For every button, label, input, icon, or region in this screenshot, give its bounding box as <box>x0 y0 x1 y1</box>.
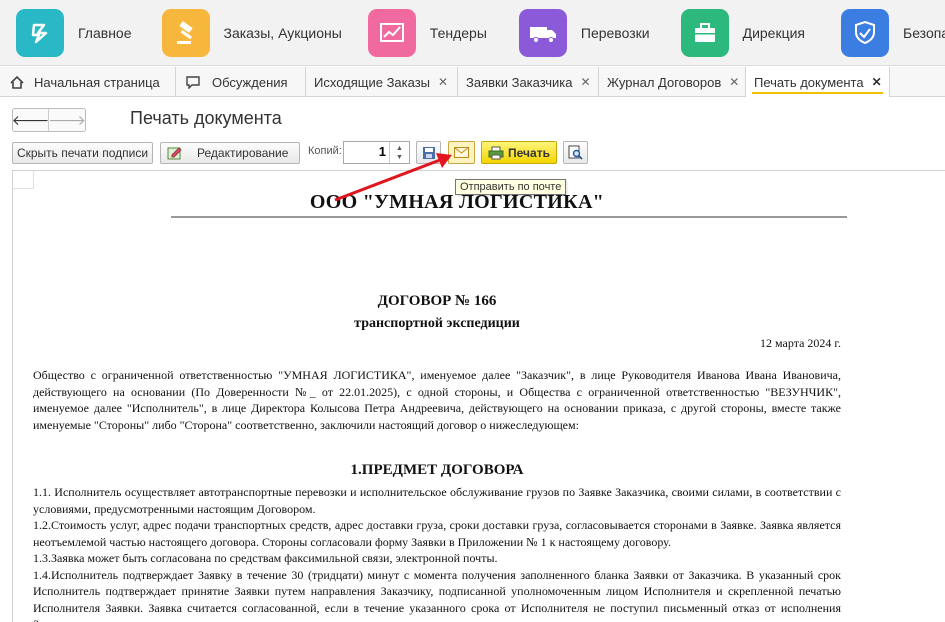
section-tenders[interactable]: Тендеры <box>342 0 487 65</box>
briefcase-icon <box>680 8 729 57</box>
tab-discussions[interactable]: Обсуждения <box>176 67 306 97</box>
hide-signatures-button[interactable]: Скрыть печати подписи <box>12 142 153 164</box>
history-nav: 🡐 🡒 <box>12 108 86 132</box>
edit-icon <box>167 147 182 160</box>
envelope-icon <box>454 147 469 158</box>
edit-button[interactable]: Редактирование <box>160 142 300 164</box>
clauses-list: 1.1. Исполнитель осуществляет автотрансп… <box>33 484 841 622</box>
section-label: Безопасность <box>903 24 945 41</box>
tab-print-document[interactable]: Печать документа ✕ <box>746 67 890 97</box>
stripe-logo-icon <box>16 8 64 57</box>
arrow-left-icon: 🡐 <box>11 111 50 128</box>
contract-subtitle: транспортной экспедиции <box>354 316 520 331</box>
print-button[interactable]: Печать <box>481 141 557 164</box>
page-title: Печать документа <box>130 108 282 128</box>
section-label: Заказы, Аукционы <box>223 24 342 41</box>
chat-icon <box>186 75 200 89</box>
section-orders[interactable]: Заказы, Аукционы <box>132 0 342 65</box>
tab-label: Исходящие Заказы <box>314 74 431 90</box>
tab-bar: Начальная страница Обсуждения Исходящие … <box>0 67 945 97</box>
edit-label: Редактирование <box>197 146 289 160</box>
clause: 1.2.Стоимость услуг, адрес подачи трансп… <box>33 518 841 549</box>
copies-stepper[interactable]: 1 ▲ ▼ <box>343 141 410 164</box>
save-button[interactable] <box>416 141 441 164</box>
copies-value: 1 <box>378 144 386 159</box>
tab-label: Журнал Договоров <box>607 74 722 90</box>
shield-check-icon <box>841 8 890 57</box>
email-tooltip: Отправить по почте <box>455 179 567 195</box>
copies-label: Копий: <box>308 145 342 157</box>
tab-customer-requests[interactable]: Заявки Заказчика ✕ <box>458 67 599 97</box>
sheet-corner <box>13 171 34 189</box>
print-label: Печать <box>508 145 550 160</box>
printer-icon <box>488 146 504 159</box>
section-label: Главное <box>78 24 132 41</box>
section-transport[interactable]: Перевозки <box>487 0 650 65</box>
section-label: Перевозки <box>580 24 650 41</box>
tab-label: Заявки Заказчика <box>466 74 573 90</box>
truck-icon <box>518 8 567 57</box>
preview-button[interactable] <box>563 141 588 164</box>
close-icon[interactable]: ✕ <box>438 75 448 89</box>
sections-bar: Главное Заказы, Аукционы Тендеры Перевоз… <box>0 0 945 66</box>
back-button[interactable]: 🡐 <box>11 109 50 131</box>
tab-contracts-journal[interactable]: Журнал Договоров ✕ <box>599 67 746 97</box>
section-label: Дирекция <box>742 24 806 41</box>
tab-outgoing-orders[interactable]: Исходящие Заказы ✕ <box>306 67 458 97</box>
arrow-right-icon: 🡒 <box>48 111 86 128</box>
header-rule <box>171 216 847 218</box>
chart-line-icon <box>367 8 416 57</box>
gavel-icon <box>161 8 210 57</box>
stepper-arrows-icon[interactable]: ▲ ▼ <box>389 142 409 163</box>
tab-label: Печать документа <box>754 74 864 90</box>
document-preview[interactable]: ООО "УМНАЯ ЛОГИСТИКА" ДОГОВОР № 166 тран… <box>12 170 945 622</box>
section-label: Тендеры <box>429 24 487 41</box>
close-icon[interactable]: ✕ <box>872 75 882 89</box>
tab-label: Обсуждения <box>212 74 288 90</box>
close-icon[interactable]: ✕ <box>729 75 739 89</box>
section-title: 1.ПРЕДМЕТ ДОГОВОРА <box>350 462 524 478</box>
section-direction[interactable]: Дирекция <box>650 0 806 65</box>
tab-label: Начальная страница <box>34 74 160 90</box>
clause: 1.1. Исполнитель осуществляет автотрансп… <box>33 485 841 516</box>
tab-home[interactable]: Начальная страница <box>0 67 176 97</box>
forward-button[interactable]: 🡒 <box>48 109 86 131</box>
contract-title: ДОГОВОР № 166 <box>377 293 497 309</box>
contract-date: 12 марта 2024 г. <box>760 336 841 350</box>
magnifier-page-icon <box>568 145 583 160</box>
contract-intro: Общество с ограниченной ответственностью… <box>33 368 841 432</box>
send-email-button[interactable] <box>448 141 475 164</box>
floppy-disk-icon <box>422 146 435 159</box>
home-icon <box>10 75 24 89</box>
clause: 1.4.Исполнитель подтверждает Заявку в те… <box>33 567 841 622</box>
section-main[interactable]: Главное <box>0 0 132 65</box>
clause: 1.3.Заявка может быть согласована по сре… <box>33 551 498 565</box>
close-icon[interactable]: ✕ <box>581 75 591 89</box>
section-security[interactable]: Безопасность <box>805 0 945 65</box>
